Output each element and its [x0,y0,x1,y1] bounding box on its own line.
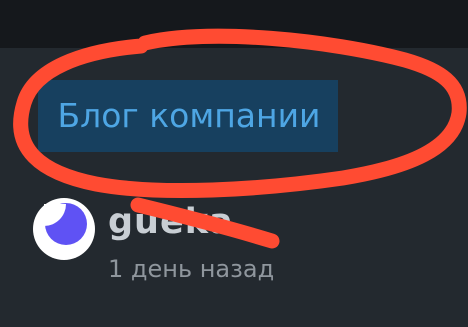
post-timestamp: 1 день назад [108,255,275,283]
top-bar [0,0,468,48]
company-blog-badge[interactable]: Блог компании [38,80,338,152]
author-name[interactable]: gueka [108,205,234,240]
